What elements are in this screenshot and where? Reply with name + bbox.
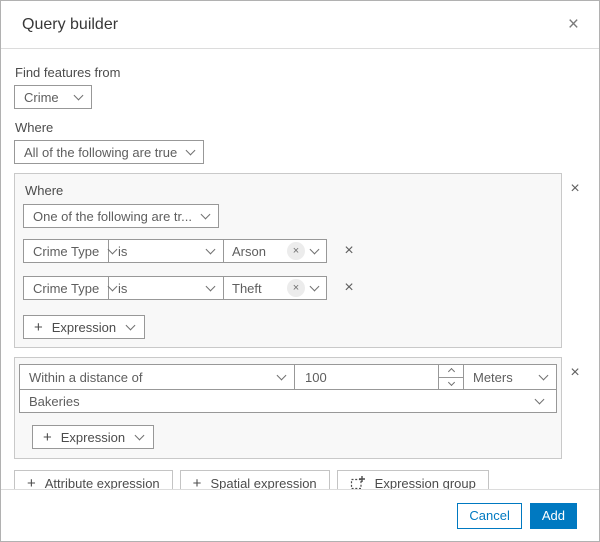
remove-expression-button[interactable]: × bbox=[338, 278, 360, 298]
expression-group-label: Expression group bbox=[374, 475, 476, 490]
close-icon: × bbox=[567, 14, 579, 35]
chevron-down-icon bbox=[200, 209, 211, 219]
distance-input-wrap bbox=[294, 364, 439, 390]
chevron-down-icon bbox=[134, 430, 145, 440]
plus-icon: + bbox=[192, 474, 202, 490]
close-icon: × bbox=[570, 180, 580, 197]
dialog-title: Query builder bbox=[22, 15, 119, 33]
combine-mode-value: All of the following are true bbox=[24, 144, 178, 160]
group-combine-mode-select[interactable]: One of the following are tr... bbox=[23, 204, 219, 228]
expression-actions: + Attribute expression + Spatial express… bbox=[14, 470, 587, 489]
spatial-expression-row: Within a distance of 100 Meters Bakeries… bbox=[14, 357, 587, 459]
operator-select-value: is bbox=[118, 243, 128, 259]
spatial-expression-group: Within a distance of 100 Meters Bakeries… bbox=[14, 357, 562, 459]
add-expression-group-button[interactable]: Expression group bbox=[336, 470, 489, 490]
spatial-expression-label: Spatial expression bbox=[210, 475, 317, 490]
group-where-label: Where bbox=[25, 183, 64, 198]
close-icon: × bbox=[292, 244, 300, 257]
distance-row: Within a distance of 100 Meters bbox=[19, 364, 557, 390]
add-attribute-expression-button[interactable]: + Attribute expression bbox=[14, 470, 173, 489]
remove-expression-button[interactable]: × bbox=[338, 241, 360, 261]
expression-row: Crime Type is Theft × × bbox=[23, 276, 553, 300]
distance-stepper bbox=[438, 364, 464, 390]
value-select-value: Arson bbox=[232, 243, 266, 259]
find-features-label: Find features from bbox=[15, 65, 121, 80]
value-select-value: Theft bbox=[232, 280, 262, 296]
dialog-header: Query builder × bbox=[1, 1, 599, 49]
stepper-down-button[interactable] bbox=[439, 376, 463, 389]
add-expression-label: Expression bbox=[60, 429, 126, 445]
chevron-up-icon bbox=[447, 368, 455, 376]
expression-segments: Crime Type is Arson × bbox=[23, 239, 327, 263]
unit-select-value: Meters bbox=[473, 369, 513, 385]
spatial-mode-value: Within a distance of bbox=[29, 369, 143, 385]
spatial-mode-select[interactable]: Within a distance of bbox=[19, 364, 295, 390]
expression-group-row: Where One of the following are tr... Cri… bbox=[14, 173, 587, 348]
operator-select[interactable]: is bbox=[108, 276, 224, 300]
chevron-down-icon bbox=[185, 145, 196, 155]
chevron-down-icon bbox=[447, 378, 455, 386]
add-expression-button[interactable]: + Expression bbox=[32, 425, 155, 449]
field-select[interactable]: Crime Type bbox=[23, 276, 118, 300]
operator-select-value: is bbox=[118, 280, 128, 296]
close-icon: × bbox=[570, 364, 580, 381]
close-icon: × bbox=[292, 281, 300, 294]
dialog-footer: Cancel Add bbox=[1, 489, 599, 541]
chevron-down-icon bbox=[276, 370, 287, 380]
unit-select[interactable]: Meters bbox=[463, 364, 557, 390]
where-label: Where bbox=[15, 120, 54, 135]
add-button[interactable]: Add bbox=[529, 502, 577, 529]
chevron-down-icon bbox=[538, 370, 549, 380]
stepper-up-button[interactable] bbox=[439, 365, 463, 377]
plus-icon: + bbox=[43, 428, 52, 446]
nested-expression-group: Where One of the following are tr... Cri… bbox=[14, 173, 562, 348]
value-select[interactable]: Arson × bbox=[223, 239, 327, 263]
query-builder-dialog: Query builder × Find features from Crime… bbox=[0, 0, 600, 542]
close-icon: × bbox=[344, 242, 354, 259]
distance-input[interactable] bbox=[295, 369, 438, 385]
field-select-value: Crime Type bbox=[33, 243, 100, 259]
remove-group-button[interactable]: × bbox=[564, 363, 586, 383]
chevron-down-icon bbox=[205, 244, 216, 254]
close-icon: × bbox=[344, 279, 354, 296]
expression-segments: Crime Type is Theft × bbox=[23, 276, 327, 300]
plus-icon: + bbox=[34, 318, 43, 336]
chevron-down-icon bbox=[125, 320, 136, 330]
remove-value-chip[interactable]: × bbox=[287, 242, 305, 260]
field-select-value: Crime Type bbox=[33, 280, 100, 296]
remove-value-chip[interactable]: × bbox=[287, 279, 305, 297]
chevron-down-icon bbox=[309, 244, 320, 254]
dialog-body: Find features from Crime Where All of th… bbox=[1, 49, 599, 489]
cancel-button[interactable]: Cancel bbox=[457, 502, 522, 529]
group-combine-mode-value: One of the following are tr... bbox=[33, 208, 192, 224]
chevron-down-icon bbox=[309, 281, 320, 291]
chevron-down-icon bbox=[73, 90, 84, 100]
field-select[interactable]: Crime Type bbox=[23, 239, 118, 263]
dialog-close-button[interactable]: × bbox=[564, 13, 583, 36]
operator-select[interactable]: is bbox=[108, 239, 224, 263]
expression-group-icon bbox=[350, 475, 366, 489]
add-spatial-expression-button[interactable]: + Spatial expression bbox=[179, 470, 330, 490]
add-expression-button[interactable]: + Expression bbox=[23, 315, 146, 339]
chevron-down-icon bbox=[205, 281, 216, 291]
combine-mode-select[interactable]: All of the following are true bbox=[14, 140, 205, 164]
expression-row: Crime Type is Arson × × bbox=[23, 239, 553, 263]
attribute-expression-label: Attribute expression bbox=[44, 475, 160, 490]
layer-select-value: Crime bbox=[24, 89, 59, 105]
layer-select[interactable]: Crime bbox=[14, 85, 92, 109]
plus-icon: + bbox=[27, 474, 36, 490]
target-layer-select[interactable]: Bakeries bbox=[19, 389, 557, 413]
chevron-down-icon bbox=[534, 394, 545, 404]
target-layer-value: Bakeries bbox=[29, 393, 80, 409]
value-select[interactable]: Theft × bbox=[223, 276, 327, 300]
remove-group-button[interactable]: × bbox=[564, 179, 586, 199]
add-expression-label: Expression bbox=[51, 319, 117, 335]
